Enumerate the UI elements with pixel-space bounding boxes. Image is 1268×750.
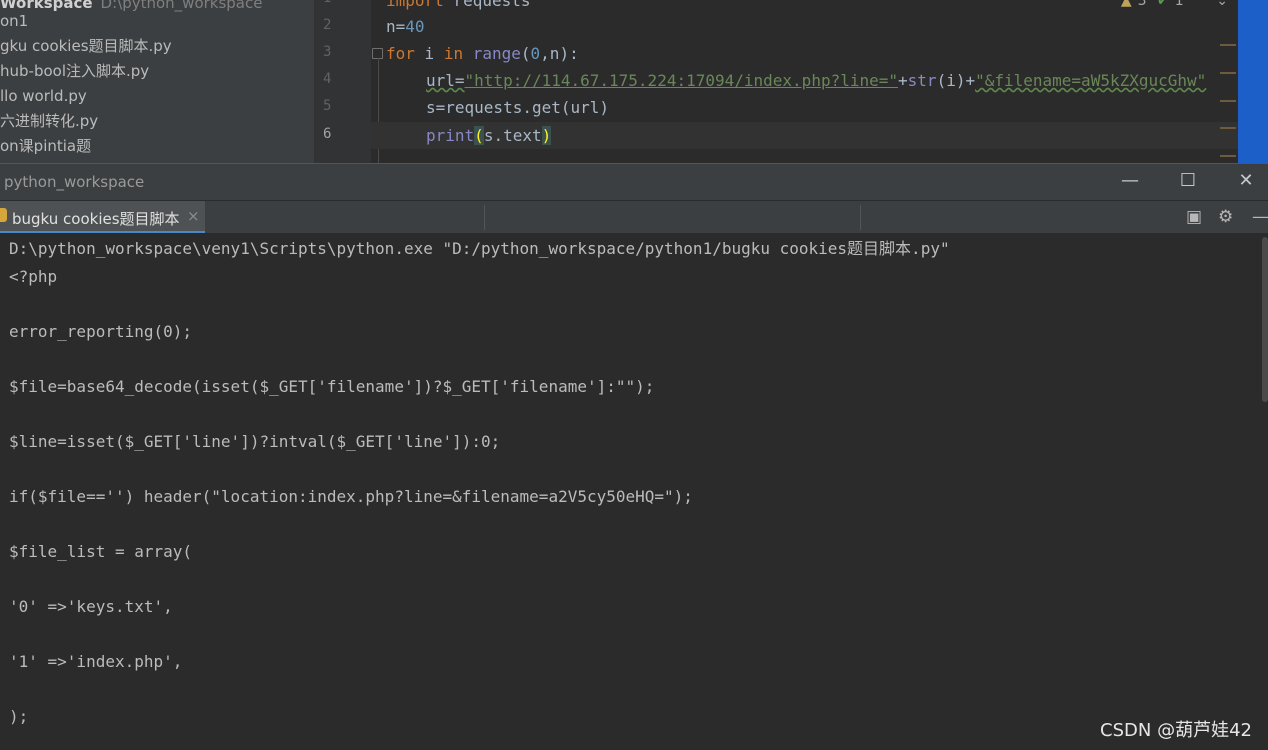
project-root[interactable]: Workspace D:\python_workspace	[0, 0, 262, 16]
editor-error-stripe[interactable]	[1220, 0, 1238, 163]
code-text: s=requests.get(url)	[426, 98, 610, 117]
code-line-2: n=40	[386, 13, 425, 40]
console-line: D:\python_workspace\veny1\Scripts\python…	[9, 239, 950, 258]
tree-item-file[interactable]: hub-bool注入脚本.py	[0, 59, 149, 84]
run-tab-label: bugku cookies题目脚本	[12, 210, 180, 228]
console-line: error_reporting(0);	[9, 322, 193, 341]
stripe-mark[interactable]	[1220, 127, 1236, 129]
check-icon: ✔	[1156, 0, 1169, 9]
console-line: '1' =>'index.php',	[9, 652, 183, 671]
builtin-function: str	[907, 71, 937, 90]
stripe-mark[interactable]	[1220, 100, 1236, 102]
code-text: url=	[426, 71, 465, 90]
code-line-1: import requests	[386, 0, 531, 14]
code-editor[interactable]: import requests n=40 for i in range(0,n)…	[371, 0, 1238, 163]
tree-item-folder[interactable]: on1	[0, 9, 28, 34]
code-text: requests	[443, 0, 531, 10]
line-number: 2	[323, 17, 332, 33]
tab-divider	[484, 205, 485, 230]
python-file-icon	[0, 208, 7, 222]
code-text: ,n):	[540, 44, 579, 63]
keyword: for	[386, 44, 415, 63]
minimize-button[interactable]: —	[1110, 170, 1150, 191]
code-line-3: for i in range(0,n):	[386, 40, 579, 67]
watermark: CSDN @葫芦娃42	[1100, 720, 1252, 741]
string-literal: "&filename=aW5kZXgucGhw"	[975, 71, 1207, 90]
run-tab-bar: bugku cookies题目脚本 × ▣ ⚙ —	[0, 200, 1268, 234]
project-root-path: D:\python_workspace	[100, 0, 263, 12]
run-tab[interactable]: bugku cookies题目脚本 ×	[0, 201, 205, 234]
code-text: (i)+	[936, 71, 976, 90]
check-count: 1	[1174, 0, 1184, 9]
stripe-mark[interactable]	[1220, 72, 1236, 74]
window-title: python_workspace	[4, 173, 145, 191]
tree-item-file[interactable]: llo world.py	[0, 84, 87, 109]
console-line: <?php	[9, 267, 58, 286]
keyword: in	[443, 44, 464, 63]
stripe-mark[interactable]	[1220, 155, 1236, 157]
desktop-background	[1238, 0, 1268, 163]
keyword: import	[386, 0, 444, 10]
console-line: $line=isset($_GET['line'])?intval($_GET[…	[9, 432, 501, 451]
gear-icon[interactable]: ⚙	[1218, 207, 1233, 227]
line-number-gutter: 1 2 3 4 5 6	[315, 0, 371, 163]
window-titlebar[interactable]: python_workspace — ☐ ✕	[0, 163, 1268, 201]
console-scrollbar[interactable]	[1262, 233, 1268, 750]
number-literal: 0	[530, 44, 541, 63]
tab-close-icon[interactable]: ×	[187, 207, 200, 225]
restore-layout-icon[interactable]: ▣	[1186, 207, 1202, 227]
tree-item-file[interactable]: gku cookies题目脚本.py	[0, 34, 172, 59]
code-text: (	[520, 44, 531, 63]
console-line: );	[9, 707, 29, 726]
code-line-4: url="http://114.67.175.224:17094/index.p…	[426, 67, 1206, 94]
editor-region: Workspace D:\python_workspace on1 gku coo…	[0, 0, 1268, 163]
maximize-button[interactable]: ☐	[1168, 170, 1208, 191]
code-line-5: s=requests.get(url)	[426, 94, 609, 121]
inspection-widget[interactable]: ▲ 3 ✔ 1 ⌃ ⌄	[1115, 0, 1228, 9]
line-number: 3	[323, 44, 332, 60]
line-number-current: 6	[323, 126, 332, 142]
builtin-function: print	[426, 126, 475, 145]
tree-item-folder[interactable]: on课pintia题	[0, 134, 91, 159]
code-text: s.text	[483, 126, 542, 145]
console-output[interactable]: D:\python_workspace\veny1\Scripts\python…	[0, 233, 1262, 750]
warning-count: 3	[1137, 0, 1147, 9]
scrollbar-thumb[interactable]	[1262, 237, 1268, 402]
builtin-function: range	[472, 44, 521, 63]
tab-divider	[860, 205, 861, 230]
project-tree: Workspace D:\python_workspace on1 gku coo…	[0, 0, 315, 163]
url-string[interactable]: "http://114.67.175.224:17094/index.php?l…	[465, 71, 898, 90]
warning-icon: ▲	[1120, 0, 1132, 9]
code-text: n=	[386, 17, 406, 36]
paren-highlight: (	[474, 126, 484, 145]
console-line: if($file=='') header("location:index.php…	[9, 487, 693, 506]
close-window-button[interactable]: ✕	[1226, 170, 1266, 191]
paren-highlight: )	[541, 126, 552, 145]
line-number: 5	[323, 98, 332, 114]
line-number: 4	[323, 71, 332, 87]
console-line: '0' =>'keys.txt',	[9, 597, 173, 616]
code-text: i	[414, 44, 444, 63]
tree-item-file[interactable]: 六进制转化.py	[0, 109, 98, 134]
run-tool-window: python_workspace — ☐ ✕ bugku cookies题目脚本…	[0, 163, 1268, 750]
code-line-6: print(s.text)	[426, 122, 552, 149]
line-number: 1	[323, 0, 331, 6]
collapse-up-icon[interactable]: ⌃	[1194, 0, 1206, 9]
console-line: $file=base64_decode(isset($_GET['filenam…	[9, 377, 655, 396]
console-line: $file_list = array(	[9, 542, 193, 561]
stripe-mark[interactable]	[1220, 44, 1236, 46]
number-literal: 40	[405, 17, 425, 36]
hide-panel-icon[interactable]: —	[1252, 207, 1268, 227]
code-text: +	[898, 71, 908, 90]
